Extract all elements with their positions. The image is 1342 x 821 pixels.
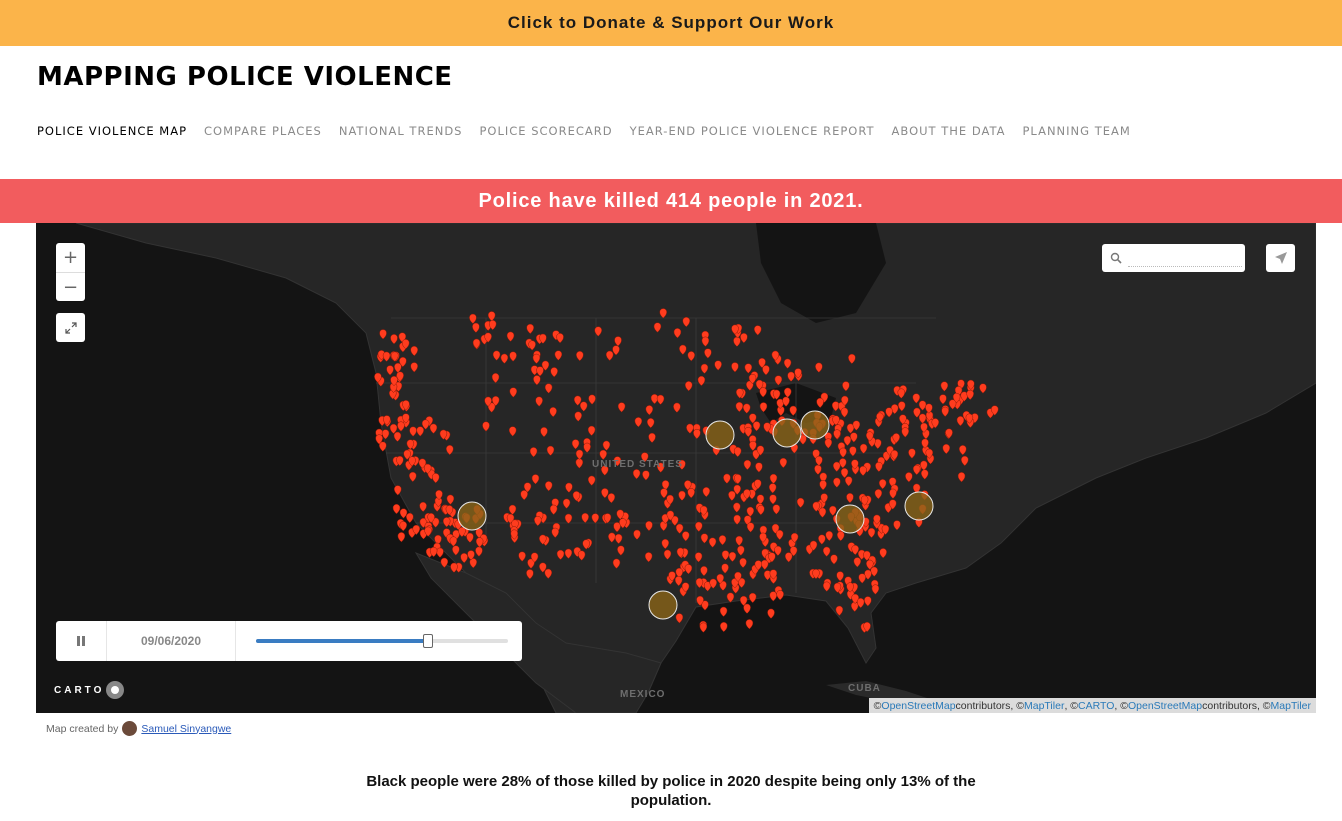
pause-button[interactable] bbox=[56, 621, 107, 661]
author-link[interactable]: Samuel Sinyangwe bbox=[141, 723, 231, 735]
donate-label: Click to Donate & Support Our Work bbox=[507, 13, 835, 32]
cluster-marker[interactable] bbox=[835, 504, 865, 534]
author-avatar bbox=[122, 721, 138, 736]
zoom-out-button[interactable]: − bbox=[56, 272, 85, 302]
incident-marker[interactable] bbox=[776, 590, 784, 601]
nav-about-the-data[interactable]: ABOUT THE DATA bbox=[892, 124, 1006, 138]
navigation-arrow-icon bbox=[1274, 252, 1287, 264]
current-date: 09/06/2020 bbox=[107, 621, 236, 661]
nav-year-end-report[interactable]: YEAR-END POLICE VIOLENCE REPORT bbox=[630, 124, 875, 138]
attribution-link-maptiler-2[interactable]: MapTiler bbox=[1271, 700, 1311, 712]
nav-planning-team[interactable]: PLANNING TEAM bbox=[1022, 124, 1130, 138]
attribution-link-osm-2[interactable]: OpenStreetMap bbox=[1128, 700, 1202, 712]
nav-police-scorecard[interactable]: POLICE SCORECARD bbox=[479, 124, 612, 138]
map-attribution: © OpenStreetMap contributors, © MapTiler… bbox=[868, 698, 1316, 713]
cluster-marker[interactable] bbox=[457, 501, 487, 531]
main-nav: POLICE VIOLENCE MAP COMPARE PLACES NATIO… bbox=[37, 124, 1148, 138]
nav-police-violence-map[interactable]: POLICE VIOLENCE MAP bbox=[37, 124, 187, 138]
attribution-text: , © bbox=[1114, 699, 1128, 712]
incident-marker[interactable] bbox=[399, 521, 407, 532]
expand-icon bbox=[64, 321, 77, 334]
killings-count-text: Police have killed 414 people in 2021. bbox=[478, 189, 864, 212]
cluster-marker[interactable] bbox=[800, 410, 830, 440]
attribution-text: © bbox=[873, 699, 882, 712]
search-icon bbox=[1110, 252, 1122, 264]
incident-marker[interactable] bbox=[745, 619, 754, 630]
time-slider: 09/06/2020 bbox=[56, 621, 522, 661]
cluster-marker[interactable] bbox=[772, 418, 802, 448]
fullscreen-button[interactable] bbox=[56, 313, 85, 342]
incident-marker[interactable] bbox=[392, 504, 401, 515]
zoom-in-button[interactable]: + bbox=[56, 243, 85, 272]
incident-marker[interactable] bbox=[743, 603, 751, 614]
attribution-link-carto[interactable]: CARTO bbox=[1078, 700, 1114, 712]
map-search bbox=[1102, 244, 1245, 272]
incident-marker[interactable] bbox=[748, 592, 757, 603]
incident-marker[interactable] bbox=[436, 547, 444, 558]
slider-track[interactable] bbox=[256, 634, 508, 648]
cluster-marker[interactable] bbox=[705, 420, 735, 450]
attribution-link-maptiler[interactable]: MapTiler bbox=[1024, 700, 1064, 712]
slider-progress bbox=[256, 639, 428, 643]
attribution-link-osm[interactable]: OpenStreetMap bbox=[881, 700, 955, 712]
cluster-marker[interactable] bbox=[648, 590, 678, 620]
credit-prefix: Map created by bbox=[46, 722, 119, 735]
locate-button[interactable] bbox=[1266, 244, 1295, 272]
carto-logo: CARTO bbox=[54, 681, 125, 699]
incident-marker[interactable] bbox=[406, 512, 414, 523]
incident-marker[interactable] bbox=[720, 622, 728, 633]
search-input[interactable] bbox=[1128, 249, 1242, 267]
nav-compare-places[interactable]: COMPARE PLACES bbox=[204, 124, 322, 138]
slider-handle[interactable] bbox=[423, 634, 434, 648]
incident-marker[interactable] bbox=[699, 622, 708, 633]
label-cuba: CUBA bbox=[848, 683, 881, 694]
incident-marker[interactable] bbox=[767, 608, 775, 619]
carto-dot-icon bbox=[106, 681, 125, 699]
map-view[interactable]: UNITED STATES MEXICO CUBA + − 09/06/2020 bbox=[36, 223, 1316, 713]
site-title[interactable]: MAPPING POLICE VIOLENCE bbox=[37, 62, 453, 92]
donate-banner[interactable]: Click to Donate & Support Our Work bbox=[0, 0, 1342, 46]
incident-marker[interactable] bbox=[397, 532, 406, 543]
attribution-text: contributors, © bbox=[1202, 699, 1271, 712]
statistic-text: Black people were 28% of those killed by… bbox=[366, 773, 976, 809]
nav-national-trends[interactable]: NATIONAL TRENDS bbox=[339, 124, 463, 138]
incident-marker[interactable] bbox=[719, 606, 728, 617]
pause-icon bbox=[77, 636, 85, 646]
cluster-marker[interactable] bbox=[904, 491, 934, 521]
carto-logo-text: CARTO bbox=[54, 684, 105, 696]
label-united-states: UNITED STATES bbox=[592, 459, 683, 470]
zoom-controls: + − bbox=[56, 243, 85, 301]
label-mexico: MEXICO bbox=[620, 689, 666, 700]
attribution-text: contributors, © bbox=[955, 699, 1024, 712]
attribution-text: , © bbox=[1064, 699, 1079, 712]
map-credit: Map created by Samuel Sinyangwe bbox=[46, 721, 231, 736]
incident-marker[interactable] bbox=[399, 508, 408, 519]
killings-count-banner: Police have killed 414 people in 2021. bbox=[0, 179, 1342, 223]
